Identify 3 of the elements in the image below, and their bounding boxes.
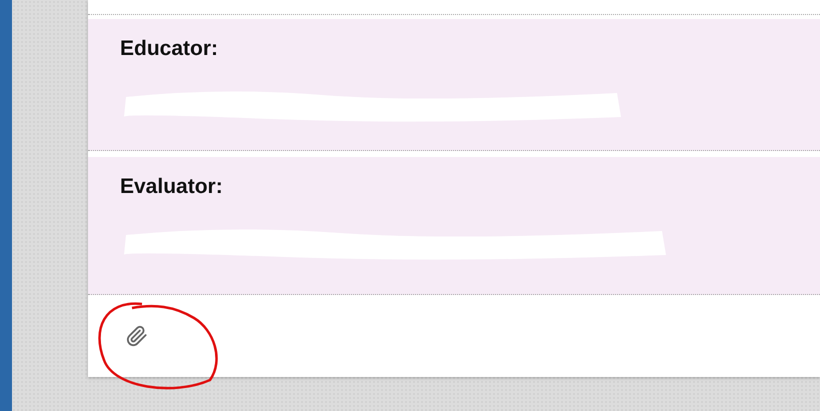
paperclip-icon[interactable] <box>126 325 148 347</box>
field-label: Evaluator: <box>120 175 224 199</box>
field-label: Educator: <box>120 37 220 61</box>
